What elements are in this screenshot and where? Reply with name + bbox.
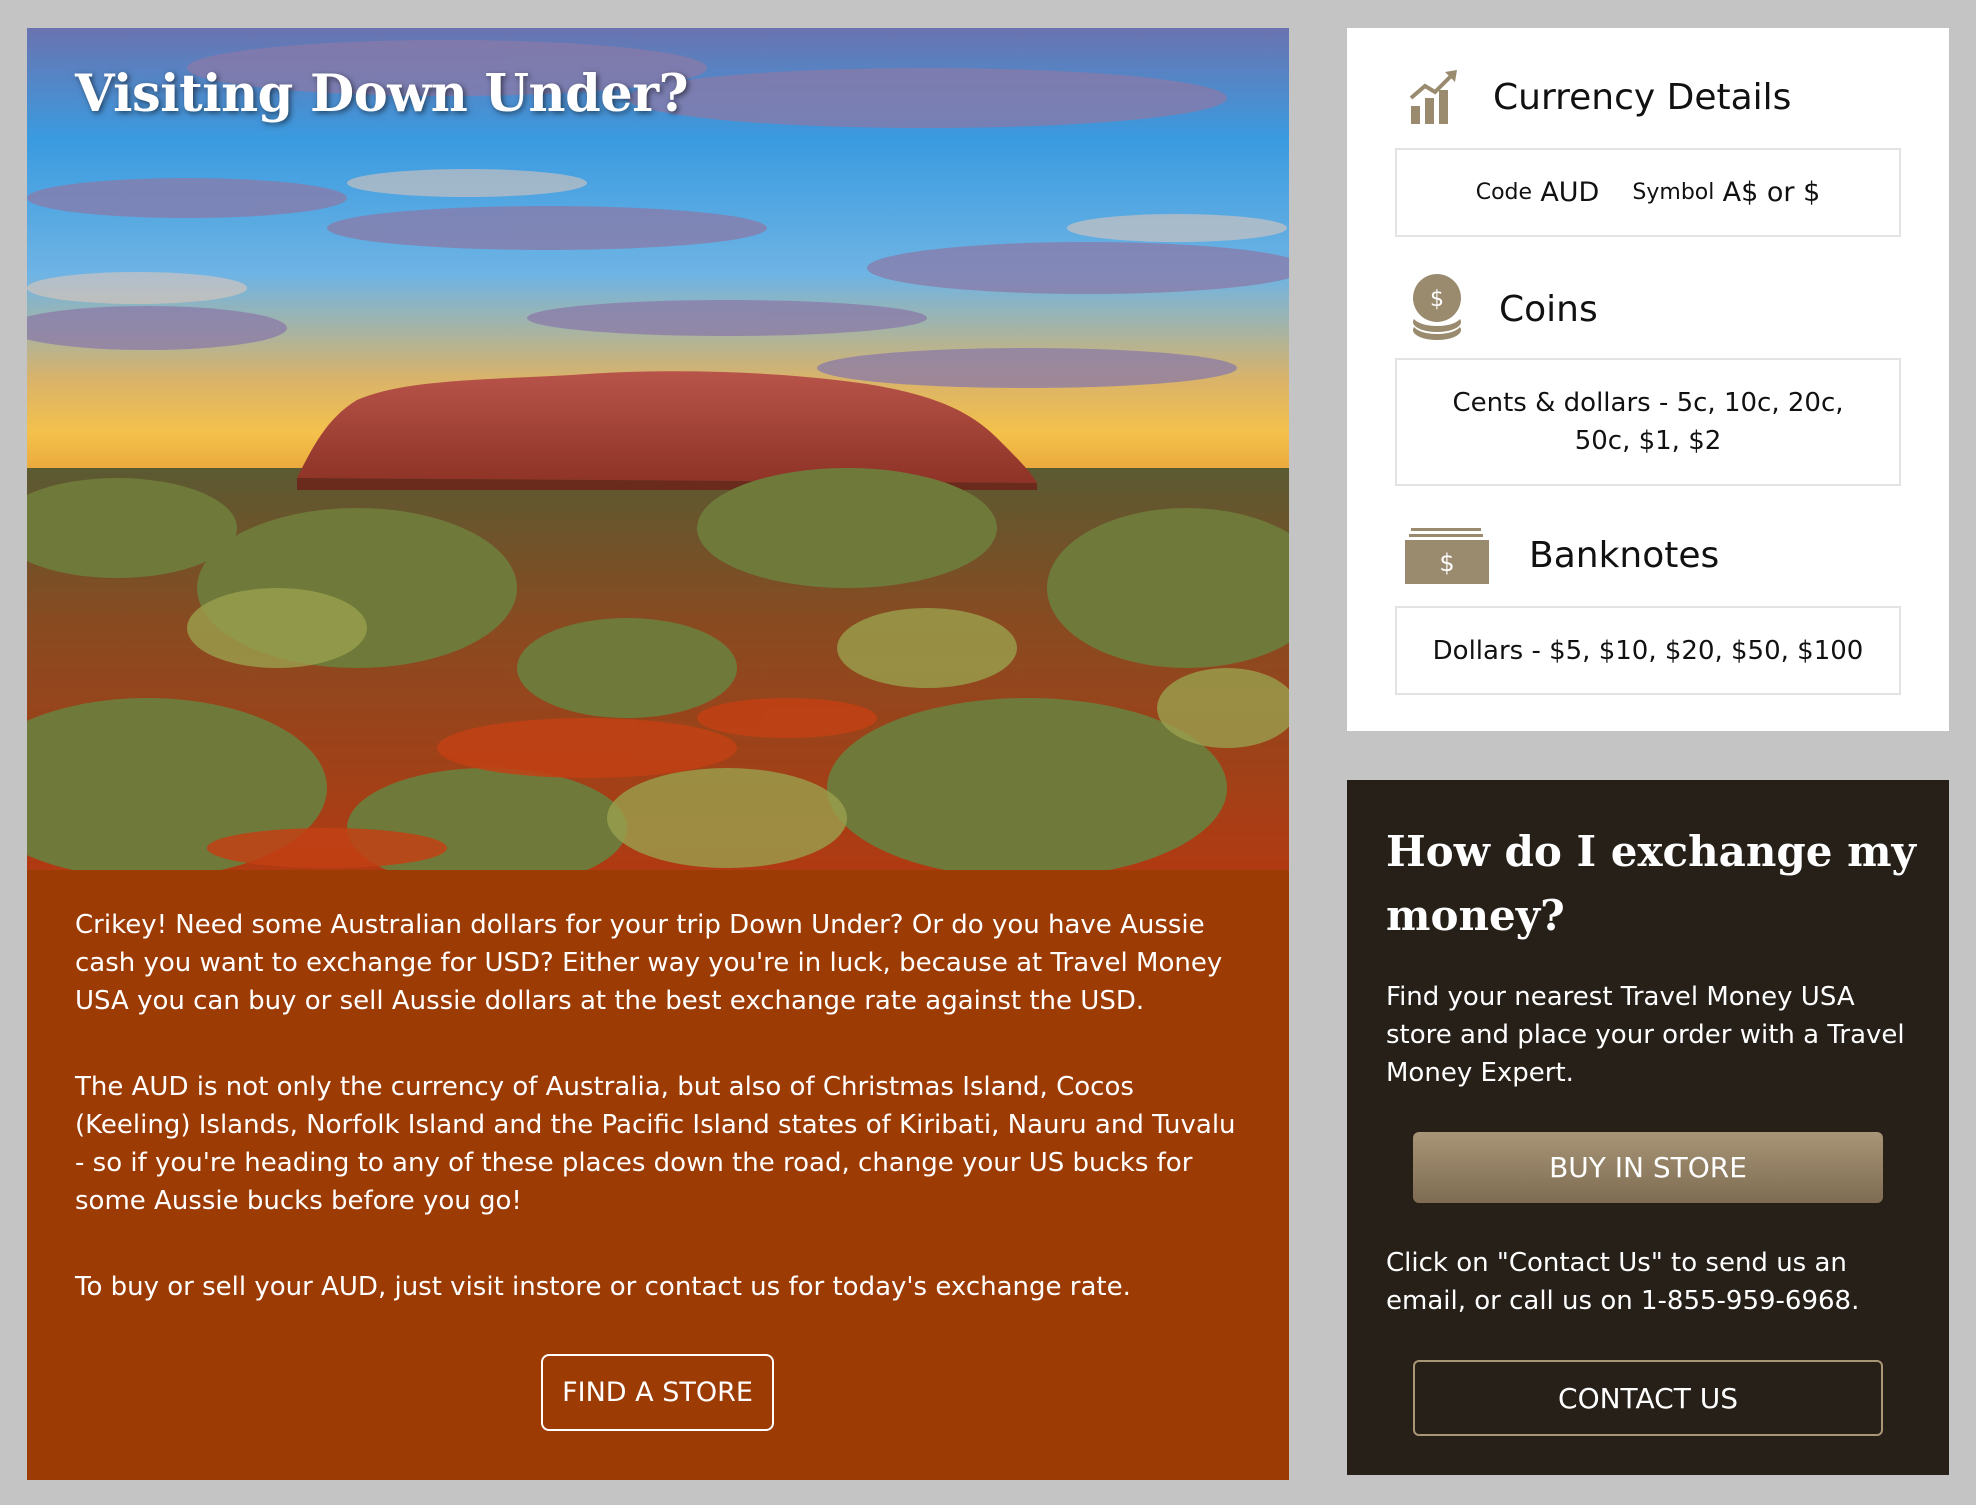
currency-details-header: Currency Details bbox=[1407, 68, 1791, 126]
banknotes-box: Dollars - $5, $10, $20, $50, $100 bbox=[1395, 606, 1901, 695]
coins-box: Cents & dollars - 5c, 10c, 20c, 50c, $1,… bbox=[1395, 358, 1901, 486]
hero-image: Visiting Down Under? bbox=[27, 28, 1289, 870]
currency-details-heading: Currency Details bbox=[1493, 76, 1792, 118]
contact-instructions: Click on "Contact Us" to send us an emai… bbox=[1386, 1248, 1860, 1316]
symbol-value: A$ or $ bbox=[1722, 176, 1821, 208]
find-a-store-button[interactable]: FIND A STORE bbox=[541, 1354, 774, 1431]
currency-details-panel: Currency Details Code AUD Symbol A$ or $… bbox=[1347, 28, 1949, 731]
coins-heading: Coins bbox=[1499, 288, 1598, 330]
intro-paragraph-1: Crikey! Need some Australian dollars for… bbox=[75, 910, 1223, 1016]
banknotes-heading: Banknotes bbox=[1529, 534, 1720, 576]
intro-paragraph-2: The AUD is not only the currency of Aust… bbox=[75, 1072, 1236, 1216]
currency-code-box: Code AUD Symbol A$ or $ bbox=[1395, 148, 1901, 237]
banknotes-text: Dollars - $5, $10, $20, $50, $100 bbox=[1432, 635, 1864, 666]
contact-us-button[interactable]: CONTACT US bbox=[1413, 1360, 1883, 1436]
svg-text:$: $ bbox=[1430, 287, 1444, 312]
coins-icon: $ bbox=[1413, 274, 1461, 340]
coins-text: Cents & dollars - 5c, 10c, 20c, 50c, $1,… bbox=[1452, 388, 1844, 456]
banknotes-icon: $ bbox=[1405, 528, 1489, 584]
exchange-title: How do I exchange my money? bbox=[1386, 827, 1916, 940]
intro-section: Crikey! Need some Australian dollars for… bbox=[27, 870, 1289, 1480]
uluru-landscape-image bbox=[27, 28, 1289, 870]
code-value: AUD bbox=[1540, 176, 1600, 208]
buy-in-store-button[interactable]: BUY IN STORE bbox=[1413, 1132, 1883, 1203]
code-label: Code bbox=[1475, 179, 1533, 205]
hero-title: Visiting Down Under? bbox=[75, 64, 688, 124]
exchange-instructions: Find your nearest Travel Money USA store… bbox=[1386, 982, 1905, 1088]
exchange-panel: How do I exchange my money? Find your ne… bbox=[1347, 780, 1949, 1475]
banknotes-header: $ Banknotes bbox=[1405, 526, 1719, 584]
chart-growth-icon bbox=[1409, 70, 1457, 124]
coins-header: $ Coins bbox=[1411, 274, 1598, 344]
intro-paragraph-3: To buy or sell your AUD, just visit inst… bbox=[75, 1272, 1131, 1302]
symbol-label: Symbol bbox=[1632, 179, 1715, 205]
svg-text:$: $ bbox=[1439, 549, 1454, 577]
